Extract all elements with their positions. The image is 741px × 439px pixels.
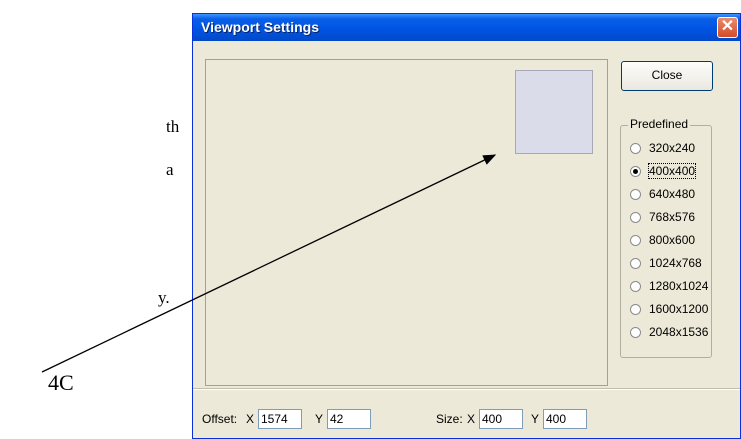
radio-button[interactable]	[630, 142, 641, 154]
radio-option[interactable]: 1600x1200	[630, 301, 708, 317]
viewport-settings-dialog: Viewport Settings ✕ Close Predefined 320…	[192, 13, 741, 439]
doc-text-fragment: th	[166, 117, 180, 136]
offset-y-label: Y	[315, 412, 324, 426]
size-x-input[interactable]	[479, 409, 523, 429]
radio-button[interactable]	[630, 257, 641, 269]
radio-button-checked[interactable]	[630, 165, 641, 177]
radio-option[interactable]: 2048x1536	[630, 324, 708, 340]
window-title: Viewport Settings	[201, 19, 319, 35]
radio-button[interactable]	[630, 188, 641, 200]
radio-option[interactable]: 1280x1024	[630, 278, 708, 294]
doc-text-fragment: y.	[158, 288, 170, 307]
radio-label: 2048x1536	[649, 325, 709, 339]
radio-option[interactable]: 768x576	[630, 209, 695, 225]
viewport-rectangle[interactable]	[515, 70, 593, 154]
size-label: Size:	[436, 412, 463, 426]
predefined-group: Predefined 320x240 400x400 640x480 768x5…	[620, 117, 712, 358]
size-x-label: X	[467, 412, 476, 426]
radio-button[interactable]	[630, 211, 641, 223]
radio-label: 400x400	[647, 163, 697, 179]
doc-text-fragment: a	[166, 160, 174, 179]
radio-label: 320x240	[649, 141, 696, 155]
radio-button[interactable]	[630, 303, 641, 315]
radio-option-selected[interactable]: 400x400	[630, 163, 697, 179]
radio-label: 640x480	[649, 187, 696, 201]
size-y-label: Y	[531, 412, 540, 426]
radio-button[interactable]	[630, 234, 641, 246]
radio-label: 1600x1200	[649, 302, 709, 316]
radio-button[interactable]	[630, 280, 641, 292]
radio-option[interactable]: 1024x768	[630, 255, 702, 271]
close-button[interactable]: Close	[621, 61, 713, 91]
radio-option[interactable]: 320x240	[630, 140, 695, 156]
radio-label: 1280x1024	[649, 279, 709, 293]
size-y-input[interactable]	[543, 409, 587, 429]
title-bar[interactable]: Viewport Settings ✕	[193, 14, 740, 41]
predefined-label: Predefined	[628, 117, 691, 131]
radio-label: 768x576	[649, 210, 696, 224]
radio-label: 1024x768	[649, 256, 702, 270]
radio-option[interactable]: 640x480	[630, 186, 695, 202]
separator	[193, 388, 740, 390]
radio-label: 800x600	[649, 233, 696, 247]
offset-x-input[interactable]	[258, 409, 302, 429]
offset-x-label: X	[246, 412, 255, 426]
offset-label: Offset:	[202, 412, 238, 426]
viewport-preview-area[interactable]	[205, 59, 608, 386]
offset-y-input[interactable]	[327, 409, 371, 429]
radio-option[interactable]: 800x600	[630, 232, 695, 248]
close-icon[interactable]: ✕	[717, 17, 738, 38]
callout-label: 4C	[48, 370, 74, 395]
radio-button[interactable]	[630, 326, 641, 338]
